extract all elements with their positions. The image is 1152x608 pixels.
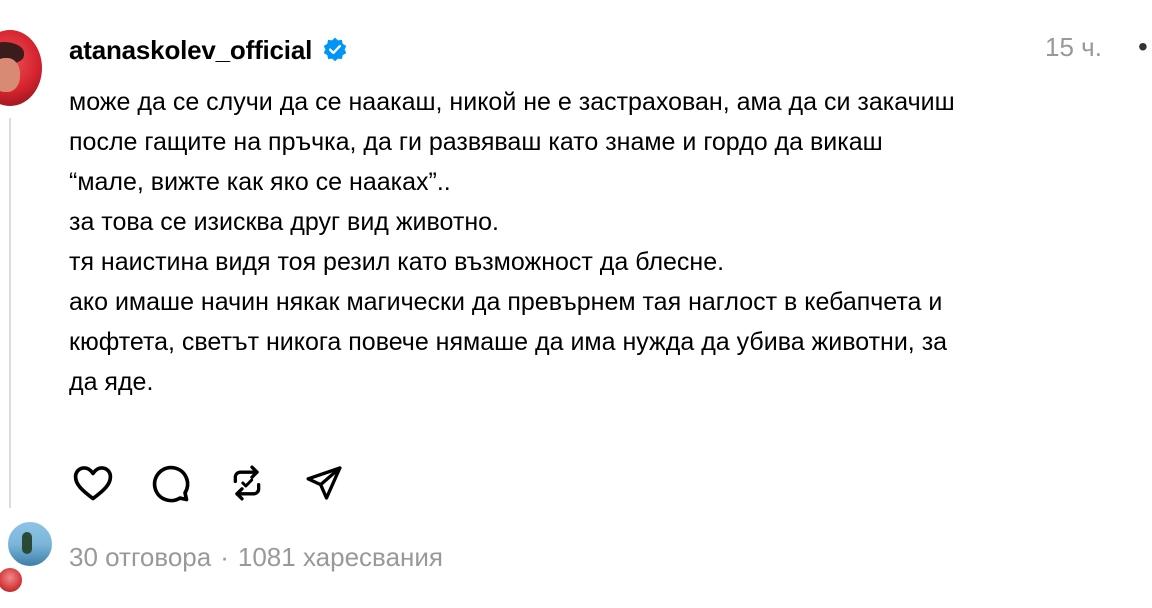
more-horizontal-icon[interactable]: ••• bbox=[1138, 33, 1152, 61]
reply-button[interactable] bbox=[147, 460, 193, 506]
likes-count[interactable]: 1081 харесвания bbox=[238, 542, 443, 572]
post-body: може да се случи да се наакаш, никой не … bbox=[69, 82, 1152, 402]
comment-icon bbox=[152, 465, 190, 503]
verified-badge-icon bbox=[323, 37, 347, 62]
repost-button[interactable] bbox=[224, 460, 270, 506]
post-text-line: ако имаше начин някак магически да превъ… bbox=[69, 288, 943, 316]
avatar-face bbox=[0, 58, 20, 92]
author-avatar[interactable] bbox=[0, 30, 42, 106]
post-text-line: може да се случи да се наакаш, никой не … bbox=[69, 88, 955, 116]
repost-icon bbox=[233, 465, 261, 501]
post-text-line: за това се изисква друг вид животно. bbox=[69, 208, 499, 236]
share-button[interactable] bbox=[301, 460, 347, 506]
replies-count[interactable]: 30 отговора bbox=[69, 542, 211, 572]
replier-avatar[interactable] bbox=[0, 566, 24, 594]
stats-separator: · bbox=[220, 542, 229, 572]
username[interactable]: atanaskolev_official bbox=[69, 35, 312, 66]
send-icon bbox=[306, 466, 342, 500]
action-bar bbox=[70, 460, 378, 506]
post-text-line: “мале, вижте как яко се наакаx”.. bbox=[69, 168, 451, 196]
post-text-line: да яде. bbox=[69, 368, 154, 396]
like-button[interactable] bbox=[70, 460, 116, 506]
thread-line bbox=[9, 118, 11, 508]
replier-avatar[interactable] bbox=[6, 520, 54, 568]
post-timestamp[interactable]: 15 ч. bbox=[1045, 32, 1102, 63]
post-stats: 30 отговора · 1081 харесвания bbox=[69, 542, 443, 573]
avatar-figure bbox=[22, 532, 32, 554]
post-text-line: тя наистина видя тоя резил като възможно… bbox=[69, 248, 725, 276]
heart-icon bbox=[73, 466, 113, 501]
post-text-line: кюфтета, светът никога повече нямаше да … bbox=[69, 328, 948, 356]
post-text-line: после гащите на пръчка, да ги развяваш к… bbox=[69, 128, 883, 156]
post-header: atanaskolev_official bbox=[69, 30, 348, 70]
